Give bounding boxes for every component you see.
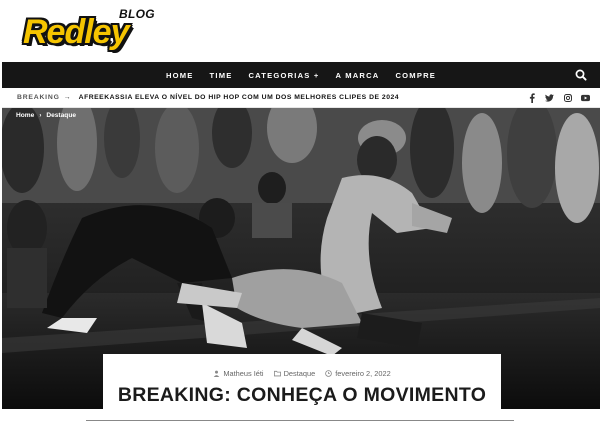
post-date-text: fevereiro 2, 2022 xyxy=(335,369,391,378)
post-category[interactable]: Destaque xyxy=(273,369,316,378)
clock-icon xyxy=(325,370,332,377)
post-author-name: Matheus Iéti xyxy=(223,369,264,378)
twitter-icon[interactable] xyxy=(545,92,554,103)
post-header-card: Matheus Iéti Destaque fevereiro 2, 2022 … xyxy=(103,354,501,409)
nav-item-compre[interactable]: COMPRE xyxy=(388,71,445,80)
user-icon xyxy=(214,370,220,377)
site-logo[interactable]: Redley BLOG xyxy=(23,7,163,57)
post-category-name: Destaque xyxy=(283,369,316,378)
nav-item-a-marca[interactable]: A MARCA xyxy=(328,71,388,80)
breaking-headline-link[interactable]: AFREEKASSIA ELEVA O NÍVEL DO HIP HOP COM… xyxy=(79,94,399,101)
main-navigation: HOME TIME CATEGORIAS + A MARCA COMPRE xyxy=(2,62,600,88)
facebook-icon[interactable] xyxy=(527,92,536,103)
breadcrumb-home[interactable]: Home xyxy=(16,112,34,119)
post-date: fevereiro 2, 2022 xyxy=(325,369,391,378)
nav-item-categorias[interactable]: CATEGORIAS + xyxy=(241,71,328,80)
social-links xyxy=(527,92,590,103)
breadcrumb: Home › Destaque xyxy=(16,112,76,119)
youtube-icon[interactable] xyxy=(581,92,590,103)
post-author[interactable]: Matheus Iéti xyxy=(213,369,264,378)
breaking-label: BREAKING xyxy=(17,94,60,101)
divider xyxy=(86,420,514,421)
instagram-icon[interactable] xyxy=(563,92,572,103)
logo-brand: Redley xyxy=(23,13,129,51)
nav-list: HOME TIME CATEGORIAS + A MARCA COMPRE xyxy=(158,71,444,80)
search-icon[interactable] xyxy=(574,68,588,82)
folder-icon xyxy=(273,370,281,377)
breadcrumb-current[interactable]: Destaque xyxy=(46,112,76,119)
arrow-right-icon: → xyxy=(63,94,71,101)
post-title: BREAKING: CONHEÇA O MOVIMENTO xyxy=(117,384,487,406)
logo-tag: BLOG xyxy=(119,7,155,21)
post-meta: Matheus Iéti Destaque fevereiro 2, 2022 xyxy=(103,369,501,378)
breaking-news-bar: BREAKING → AFREEKASSIA ELEVA O NÍVEL DO … xyxy=(2,88,600,108)
site-header: Redley BLOG xyxy=(0,0,600,62)
breadcrumb-separator: › xyxy=(39,112,42,119)
nav-item-time[interactable]: TIME xyxy=(202,71,241,80)
nav-item-home[interactable]: HOME xyxy=(158,71,202,80)
